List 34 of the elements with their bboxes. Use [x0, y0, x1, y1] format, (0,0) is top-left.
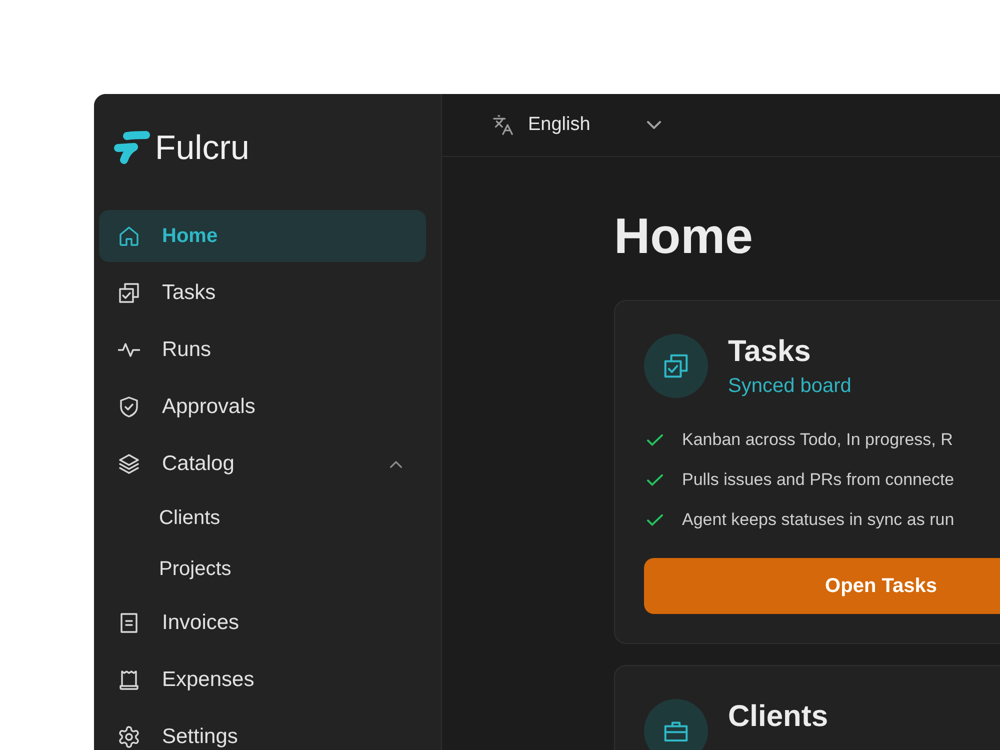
receipt-icon — [118, 669, 140, 691]
page-title: Home — [614, 207, 753, 265]
home-icon — [118, 225, 140, 247]
logo-icon — [112, 130, 152, 166]
feature-text: Kanban across Todo, In progress, R — [682, 430, 953, 450]
nav-item[interactable]: Approvals — [99, 381, 426, 433]
nav-item[interactable]: Expenses — [99, 654, 426, 706]
nav-item[interactable]: Invoices — [99, 597, 426, 649]
nav-subitem[interactable]: Projects — [99, 546, 426, 592]
chevron-down-icon — [647, 121, 661, 129]
briefcase-icon — [644, 699, 708, 750]
card-subtitle: Synced board — [728, 374, 852, 398]
check-icon — [647, 514, 663, 526]
nav-item[interactable]: Runs — [99, 324, 426, 376]
nav-item[interactable]: Tasks — [99, 267, 426, 319]
check-icon — [647, 434, 663, 446]
feature-text: Pulls issues and PRs from connecte — [682, 470, 954, 490]
document-icon — [118, 612, 140, 634]
nav-subitem[interactable]: Clients — [99, 495, 426, 541]
nav-item[interactable]: Catalog — [99, 438, 426, 490]
shield-check-icon — [118, 396, 140, 418]
card-title: Clients — [728, 699, 828, 735]
card-title: Tasks — [728, 334, 811, 370]
stacked-checkbox-icon — [118, 282, 140, 304]
open-button[interactable]: Open Tasks — [644, 558, 1000, 614]
translate-icon — [493, 115, 513, 135]
logo-text: Fulcru — [155, 130, 250, 166]
layers-icon — [118, 453, 140, 475]
nav-item[interactable]: Settings — [99, 711, 426, 750]
gear-icon — [118, 726, 140, 748]
check-icon — [647, 474, 663, 486]
nav-item[interactable]: Home — [99, 210, 426, 262]
feature-text: Agent keeps statuses in sync as run — [682, 510, 954, 530]
language-select[interactable]: English — [493, 114, 661, 136]
